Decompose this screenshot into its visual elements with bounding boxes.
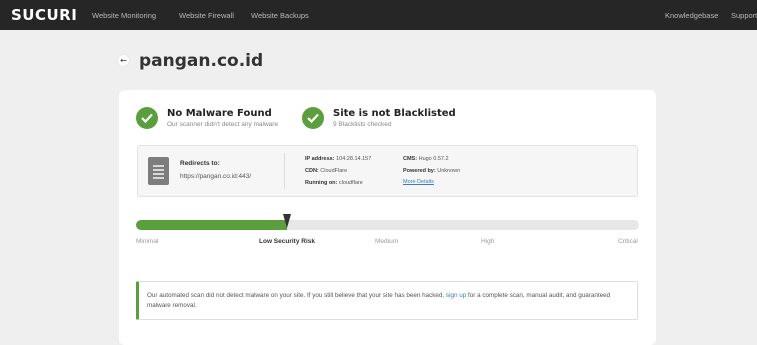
risk-meter bbox=[136, 220, 639, 230]
risk-level-high: High bbox=[481, 238, 495, 245]
cdn: CDN: CloudFlare bbox=[305, 168, 347, 175]
ip-address: IP address: 104.28.14.157 bbox=[305, 156, 371, 163]
risk-meter-fill bbox=[136, 220, 287, 230]
cms-value: Hugo 0.57.2 bbox=[418, 156, 449, 162]
running-on-label: Running on: bbox=[305, 180, 338, 186]
risk-level-medium: Medium bbox=[375, 238, 399, 245]
malware-status-subtitle: Our scanner didn't detect any malware bbox=[167, 121, 279, 128]
nav-support[interactable]: Support bbox=[731, 11, 757, 20]
cdn-value: CloudFlare bbox=[320, 168, 348, 174]
back-button[interactable]: ← bbox=[118, 55, 129, 66]
notice-text-before: Our automated scan did not detect malwar… bbox=[147, 292, 445, 299]
nav-knowledgebase[interactable]: Knowledgebase bbox=[665, 11, 718, 20]
malware-status-title: No Malware Found bbox=[167, 108, 272, 119]
risk-marker-icon bbox=[282, 214, 291, 228]
more-details-link[interactable]: More Details bbox=[403, 179, 434, 186]
check-circle-icon bbox=[302, 107, 324, 129]
powered-by: Powered by: Unknown bbox=[403, 168, 460, 175]
nav-website-firewall[interactable]: Website Firewall bbox=[179, 11, 234, 20]
scan-notice-text: Our automated scan did not detect malwar… bbox=[147, 291, 627, 311]
blacklist-status-subtitle: 9 Blacklists checked bbox=[333, 121, 392, 128]
blacklist-status-title: Site is not Blacklisted bbox=[333, 108, 456, 119]
sucuri-logo[interactable]: SUCURI bbox=[11, 7, 77, 23]
redirects-label: Redirects to: bbox=[180, 160, 220, 167]
risk-level-low: Low Security Risk bbox=[259, 238, 315, 245]
risk-level-critical: Critical bbox=[618, 238, 638, 245]
running-on-value: cloudflare bbox=[338, 180, 363, 186]
redirect-url: https://pangan.co.id:443/ bbox=[180, 173, 252, 180]
powered-by-label: Powered by: bbox=[403, 168, 436, 174]
site-info-box bbox=[137, 145, 638, 197]
document-icon bbox=[148, 157, 169, 185]
running-on: Running on: cloudflare bbox=[305, 180, 363, 187]
check-circle-icon bbox=[136, 107, 158, 129]
powered-by-value: Unknown bbox=[437, 168, 461, 174]
ip-address-value: 104.28.14.157 bbox=[336, 156, 372, 162]
cms-label: CMS: bbox=[403, 156, 418, 162]
arrow-left-icon: ← bbox=[120, 56, 127, 65]
cdn-label: CDN: bbox=[305, 168, 319, 174]
nav-website-backups[interactable]: Website Backups bbox=[251, 11, 309, 20]
ip-address-label: IP address: bbox=[305, 156, 335, 162]
sign-up-link[interactable]: sign up bbox=[446, 292, 466, 299]
cms: CMS: Hugo 0.57.2 bbox=[403, 156, 449, 163]
nav-website-monitoring[interactable]: Website Monitoring bbox=[92, 11, 156, 20]
top-nav-bar: SUCURI Website Monitoring Website Firewa… bbox=[0, 0, 757, 30]
risk-level-minimal: Minimal bbox=[136, 238, 159, 245]
page-title: pangan.co.id bbox=[139, 51, 264, 71]
divider bbox=[284, 153, 285, 189]
